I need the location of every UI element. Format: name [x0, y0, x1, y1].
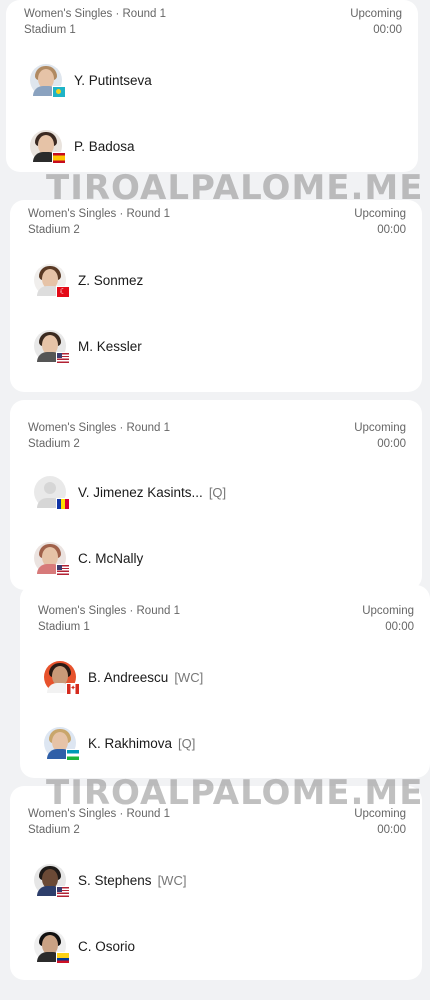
qualifier-tag: [Q]	[178, 735, 196, 751]
player-row[interactable]: C. McNally	[34, 538, 143, 578]
time-label: 00:00	[377, 224, 406, 236]
player-name: Z. Sonmez	[78, 272, 144, 288]
player-name: B. Andreescu	[88, 669, 169, 685]
player-row[interactable]: M. Kessler	[34, 326, 142, 366]
player-name: K. Rakhimova	[88, 735, 173, 751]
player-name: C. Osorio	[78, 938, 136, 954]
player-row[interactable]: Y. Putintseva	[30, 60, 152, 100]
player-avatar: ✦	[44, 661, 80, 695]
andorra-flag-icon	[56, 498, 70, 510]
spain-flag-icon	[52, 152, 66, 164]
player-name: Y. Putintseva	[74, 72, 152, 88]
player-row[interactable]: ☾ Z. Sonmez	[34, 260, 143, 300]
status-label: Upcoming	[354, 808, 406, 820]
player-avatar	[30, 130, 66, 164]
match-card[interactable]: Women's Singles · Round 1 Stadium 1 Upco…	[6, 0, 418, 172]
player-row[interactable]: P. Badosa	[30, 126, 135, 166]
player-name: P. Badosa	[74, 138, 135, 154]
match-card[interactable]: Women's Singles · Round 1 Stadium 2 Upco…	[10, 400, 422, 590]
usa-flag-icon	[56, 352, 70, 364]
player-row[interactable]: S. Stephens [WC]	[34, 860, 186, 900]
player-name: S. Stephens	[78, 872, 152, 888]
kazakhstan-flag-icon	[52, 86, 66, 98]
wildcard-tag: [WC]	[174, 669, 204, 685]
status-label: Upcoming	[354, 208, 406, 220]
time-label: 00:00	[385, 621, 414, 633]
time-label: 00:00	[377, 438, 406, 450]
player-avatar	[34, 476, 70, 510]
status-label: Upcoming	[362, 605, 414, 617]
player-avatar	[34, 542, 70, 576]
status-label: Upcoming	[350, 8, 402, 20]
player-avatar: ☾	[34, 264, 70, 298]
colombia-flag-icon	[56, 952, 70, 964]
player-avatar	[34, 930, 70, 964]
court-label: Stadium 2	[28, 438, 80, 450]
time-label: 00:00	[373, 24, 402, 36]
usa-flag-icon	[56, 564, 70, 576]
match-card[interactable]: Women's Singles · Round 1 Stadium 2 Upco…	[10, 786, 422, 980]
uzbekistan-flag-icon	[66, 749, 80, 761]
player-avatar	[34, 330, 70, 364]
court-label: Stadium 2	[28, 824, 80, 836]
time-label: 00:00	[377, 824, 406, 836]
qualifier-tag: [Q]	[208, 484, 227, 500]
event-label: Women's Singles · Round 1	[28, 808, 170, 820]
canada-flag-icon: ✦	[66, 683, 80, 695]
court-label: Stadium 1	[24, 24, 76, 36]
court-label: Stadium 1	[38, 621, 90, 633]
event-label: Women's Singles · Round 1	[24, 8, 166, 20]
event-label: Women's Singles · Round 1	[28, 208, 170, 220]
status-label: Upcoming	[354, 422, 406, 434]
player-row[interactable]: C. Osorio	[34, 926, 135, 966]
turkey-flag-icon: ☾	[56, 286, 70, 298]
wildcard-tag: [WC]	[157, 872, 187, 888]
court-label: Stadium 2	[28, 224, 80, 236]
player-name: V. Jimenez Kasints...	[78, 484, 203, 500]
player-row[interactable]: K. Rakhimova [Q]	[44, 723, 195, 763]
player-name: C. McNally	[78, 550, 144, 566]
match-card[interactable]: Women's Singles · Round 1 Stadium 1 Upco…	[20, 585, 430, 778]
player-name: M. Kessler	[78, 338, 142, 354]
event-label: Women's Singles · Round 1	[28, 422, 170, 434]
usa-flag-icon	[56, 886, 70, 898]
player-avatar	[30, 64, 66, 98]
player-avatar	[34, 864, 70, 898]
match-card[interactable]: Women's Singles · Round 1 Stadium 2 Upco…	[10, 200, 422, 392]
player-avatar	[44, 727, 80, 761]
player-row[interactable]: V. Jimenez Kasints... [Q]	[34, 472, 226, 512]
player-row[interactable]: ✦ B. Andreescu [WC]	[44, 657, 203, 697]
event-label: Women's Singles · Round 1	[38, 605, 180, 617]
